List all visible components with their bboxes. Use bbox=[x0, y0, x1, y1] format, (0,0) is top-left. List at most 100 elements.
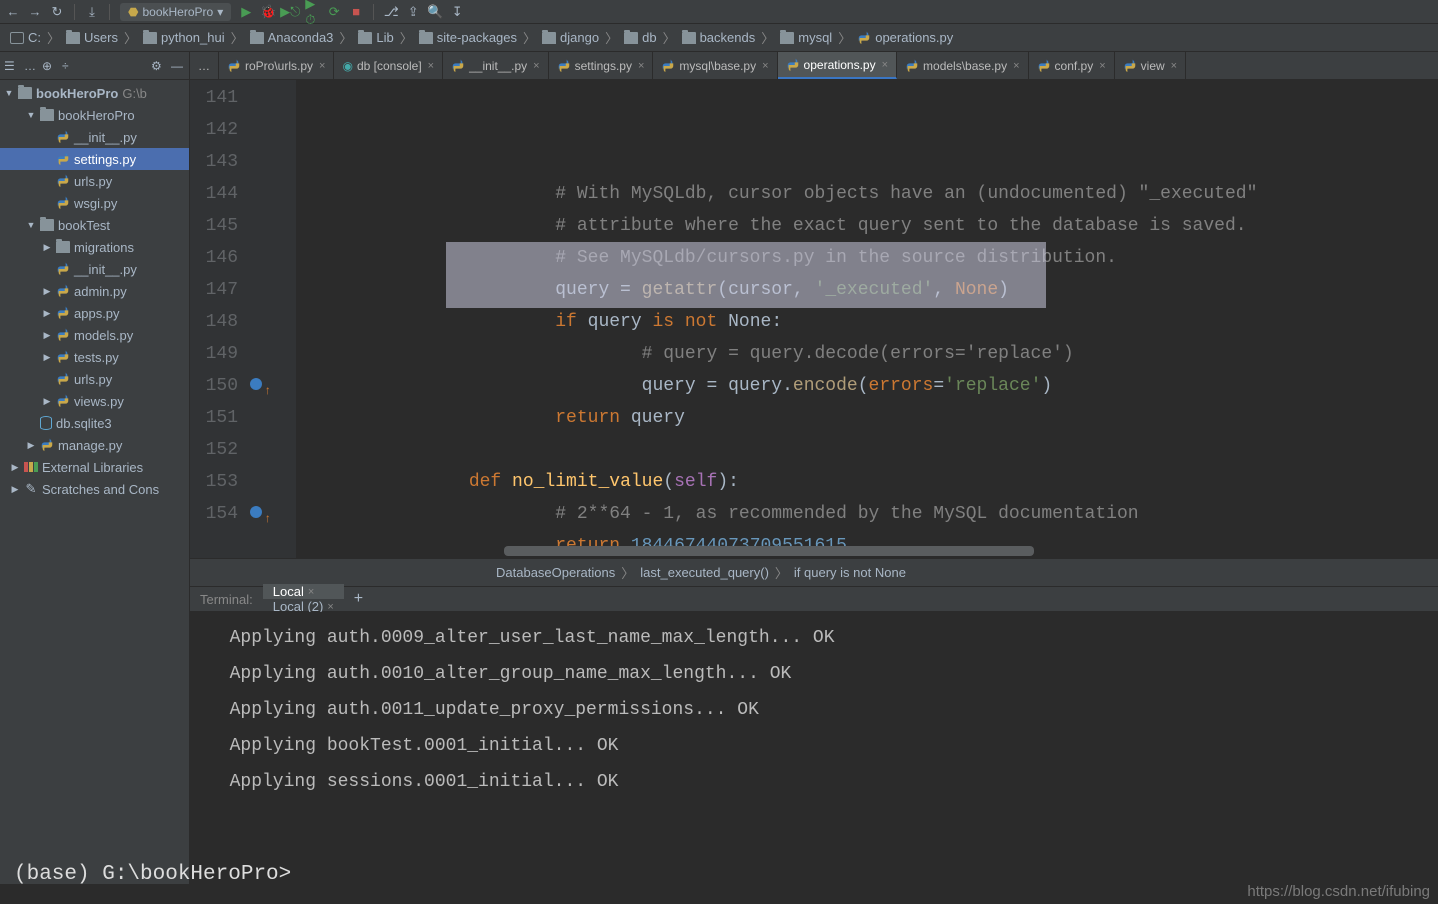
push-icon[interactable]: ⇪ bbox=[406, 5, 420, 19]
project-icon: ☰ bbox=[4, 59, 18, 73]
vcs-icon[interactable]: ⎇ bbox=[384, 5, 398, 19]
tree-item[interactable]: settings.py bbox=[0, 148, 189, 170]
editor-tab[interactable]: … bbox=[190, 52, 219, 79]
tree-item[interactable]: manage.py bbox=[0, 434, 189, 456]
editor-tabs[interactable]: …roPro\urls.py×◉db [console]×__init__.py… bbox=[190, 52, 1438, 80]
code-editor[interactable]: 1411421431441451461471481491501511521531… bbox=[190, 80, 1438, 558]
line-gutter: 1411421431441451461471481491501511521531… bbox=[190, 80, 248, 558]
terminal-tab[interactable]: Local× bbox=[263, 584, 344, 599]
tree-item[interactable]: __init__.py bbox=[0, 258, 189, 280]
project-tree[interactable]: bookHeroPro G:\bbookHeroPro__init__.pyse… bbox=[0, 80, 189, 884]
close-icon[interactable]: × bbox=[882, 59, 888, 71]
tree-item[interactable]: bookTest bbox=[0, 214, 189, 236]
tree-item[interactable]: __init__.py bbox=[0, 126, 189, 148]
terminal-output[interactable]: Applying auth.0009_alter_user_last_name_… bbox=[190, 612, 1438, 884]
close-icon[interactable]: × bbox=[308, 586, 314, 598]
debug-icon[interactable]: 🐞 bbox=[261, 5, 275, 19]
terminal-line: Applying bookTest.0001_initial... OK bbox=[208, 728, 1420, 764]
run-icon[interactable]: ▶ bbox=[239, 5, 253, 19]
terminal-tabs: Terminal: Local×Local (2)× + bbox=[190, 586, 1438, 612]
tree-item[interactable]: External Libraries bbox=[0, 456, 189, 478]
breadcrumb-segment[interactable]: backends bbox=[678, 30, 760, 45]
updates-icon[interactable]: ⤓ bbox=[85, 5, 99, 19]
gear-icon[interactable]: ⚙ bbox=[151, 59, 165, 73]
tree-item[interactable]: db.sqlite3 bbox=[0, 412, 189, 434]
breadcrumb-segment[interactable]: python_hui bbox=[139, 30, 229, 45]
editor-tab[interactable]: ◉db [console]× bbox=[334, 52, 443, 79]
tree-item[interactable]: bookHeroPro bbox=[0, 104, 189, 126]
chevron-down-icon: ▾ bbox=[217, 5, 223, 19]
breadcrumb-segment[interactable]: db bbox=[620, 30, 660, 45]
editor-tab[interactable]: settings.py× bbox=[549, 52, 654, 79]
locate-icon[interactable]: ⊕ bbox=[42, 59, 56, 73]
code-breadcrumbs[interactable]: DatabaseOperations〉last_executed_query()… bbox=[190, 558, 1438, 586]
breadcrumb-segment[interactable]: site-packages bbox=[415, 30, 521, 45]
collapse-icon[interactable]: ÷ bbox=[62, 59, 76, 73]
back-icon[interactable]: ← bbox=[6, 5, 20, 19]
run-config-label: bookHeroPro bbox=[142, 5, 213, 19]
refresh-icon[interactable]: ↻ bbox=[50, 5, 64, 19]
horizontal-scrollbar[interactable] bbox=[504, 546, 1418, 556]
tree-item[interactable]: migrations bbox=[0, 236, 189, 258]
terminal-line: Applying auth.0011_update_proxy_permissi… bbox=[208, 692, 1420, 728]
close-icon[interactable]: × bbox=[533, 60, 539, 72]
close-icon[interactable]: × bbox=[1099, 60, 1105, 72]
tree-item[interactable]: admin.py bbox=[0, 280, 189, 302]
editor-tab[interactable]: __init__.py× bbox=[443, 52, 548, 79]
tree-item[interactable]: wsgi.py bbox=[0, 192, 189, 214]
gutter-marks: ↑↑ bbox=[248, 80, 296, 558]
editor-tab[interactable]: operations.py× bbox=[778, 52, 897, 79]
editor-tab[interactable]: roPro\urls.py× bbox=[219, 52, 334, 79]
close-icon[interactable]: × bbox=[428, 60, 434, 72]
close-icon[interactable]: × bbox=[319, 60, 325, 72]
breadcrumb-segment[interactable]: Lib bbox=[354, 30, 397, 45]
code-area[interactable]: # With MySQLdb, cursor objects have an (… bbox=[296, 80, 1438, 558]
terminal-line: Applying sessions.0001_initial... OK bbox=[208, 764, 1420, 800]
coverage-icon[interactable]: ▶⎋ bbox=[283, 5, 297, 19]
breadcrumb-segment[interactable]: Users bbox=[62, 30, 122, 45]
breadcrumb-segment[interactable]: django bbox=[538, 30, 603, 45]
terminal-line: Applying auth.0009_alter_user_last_name_… bbox=[208, 620, 1420, 656]
editor-pane: …roPro\urls.py×◉db [console]×__init__.py… bbox=[190, 52, 1438, 884]
close-icon[interactable]: × bbox=[1171, 60, 1177, 72]
code-crumb[interactable]: DatabaseOperations bbox=[490, 565, 621, 580]
editor-tab[interactable]: view× bbox=[1115, 52, 1186, 79]
profile-icon[interactable]: ▶⏱ bbox=[305, 5, 319, 19]
close-icon[interactable]: × bbox=[638, 60, 644, 72]
main-toolbar: ← → ↻ ⤓ ⬣ bookHeroPro ▾ ▶ 🐞 ▶⎋ ▶⏱ ⟳ ■ ⎇ … bbox=[0, 0, 1438, 24]
code-crumb[interactable]: if query is not None bbox=[788, 565, 912, 580]
breadcrumb-segment[interactable]: operations.py bbox=[853, 30, 957, 45]
editor-tab[interactable]: conf.py× bbox=[1029, 52, 1115, 79]
editor-tab[interactable]: models\base.py× bbox=[897, 52, 1028, 79]
tree-item[interactable]: urls.py bbox=[0, 170, 189, 192]
tree-item[interactable]: apps.py bbox=[0, 302, 189, 324]
close-icon[interactable]: × bbox=[762, 60, 768, 72]
tree-item[interactable]: ✎Scratches and Cons bbox=[0, 478, 189, 500]
run-tests-icon[interactable]: ⟳ bbox=[327, 5, 341, 19]
terminal-label: Terminal: bbox=[190, 592, 263, 607]
hide-icon[interactable]: — bbox=[171, 59, 185, 73]
tree-item[interactable]: models.py bbox=[0, 324, 189, 346]
breadcrumb-segment[interactable]: Anaconda3 bbox=[246, 30, 338, 45]
tree-root[interactable]: bookHeroPro G:\b bbox=[0, 82, 189, 104]
tree-item[interactable]: tests.py bbox=[0, 346, 189, 368]
breadcrumb-segment[interactable]: C: bbox=[6, 30, 45, 45]
terminal-add-button[interactable]: + bbox=[344, 590, 373, 608]
stop-icon[interactable]: ■ bbox=[349, 5, 363, 19]
terminal-line: Applying auth.0010_alter_group_name_max_… bbox=[208, 656, 1420, 692]
editor-tab[interactable]: mysql\base.py× bbox=[653, 52, 777, 79]
tree-item[interactable]: views.py bbox=[0, 390, 189, 412]
scrollbar-thumb[interactable] bbox=[504, 546, 1034, 556]
terminal-prompt[interactable]: (base) G:\bookHeroPro> bbox=[14, 863, 291, 886]
breadcrumb-segment[interactable]: mysql bbox=[776, 30, 836, 45]
forward-icon[interactable]: → bbox=[28, 5, 42, 19]
code-crumb[interactable]: last_executed_query() bbox=[634, 565, 775, 580]
run-config-selector[interactable]: ⬣ bookHeroPro ▾ bbox=[120, 3, 231, 21]
close-icon[interactable]: × bbox=[1013, 60, 1019, 72]
project-tree-header[interactable]: ☰ … ⊕ ÷ ⚙ — bbox=[0, 52, 189, 80]
project-tree-pane: ☰ … ⊕ ÷ ⚙ — bookHeroPro G:\bbookHeroPro_… bbox=[0, 52, 190, 884]
more-icon[interactable]: ↧ bbox=[450, 5, 464, 19]
close-icon[interactable]: × bbox=[327, 601, 333, 613]
tree-item[interactable]: urls.py bbox=[0, 368, 189, 390]
search-icon[interactable]: 🔍 bbox=[428, 5, 442, 19]
